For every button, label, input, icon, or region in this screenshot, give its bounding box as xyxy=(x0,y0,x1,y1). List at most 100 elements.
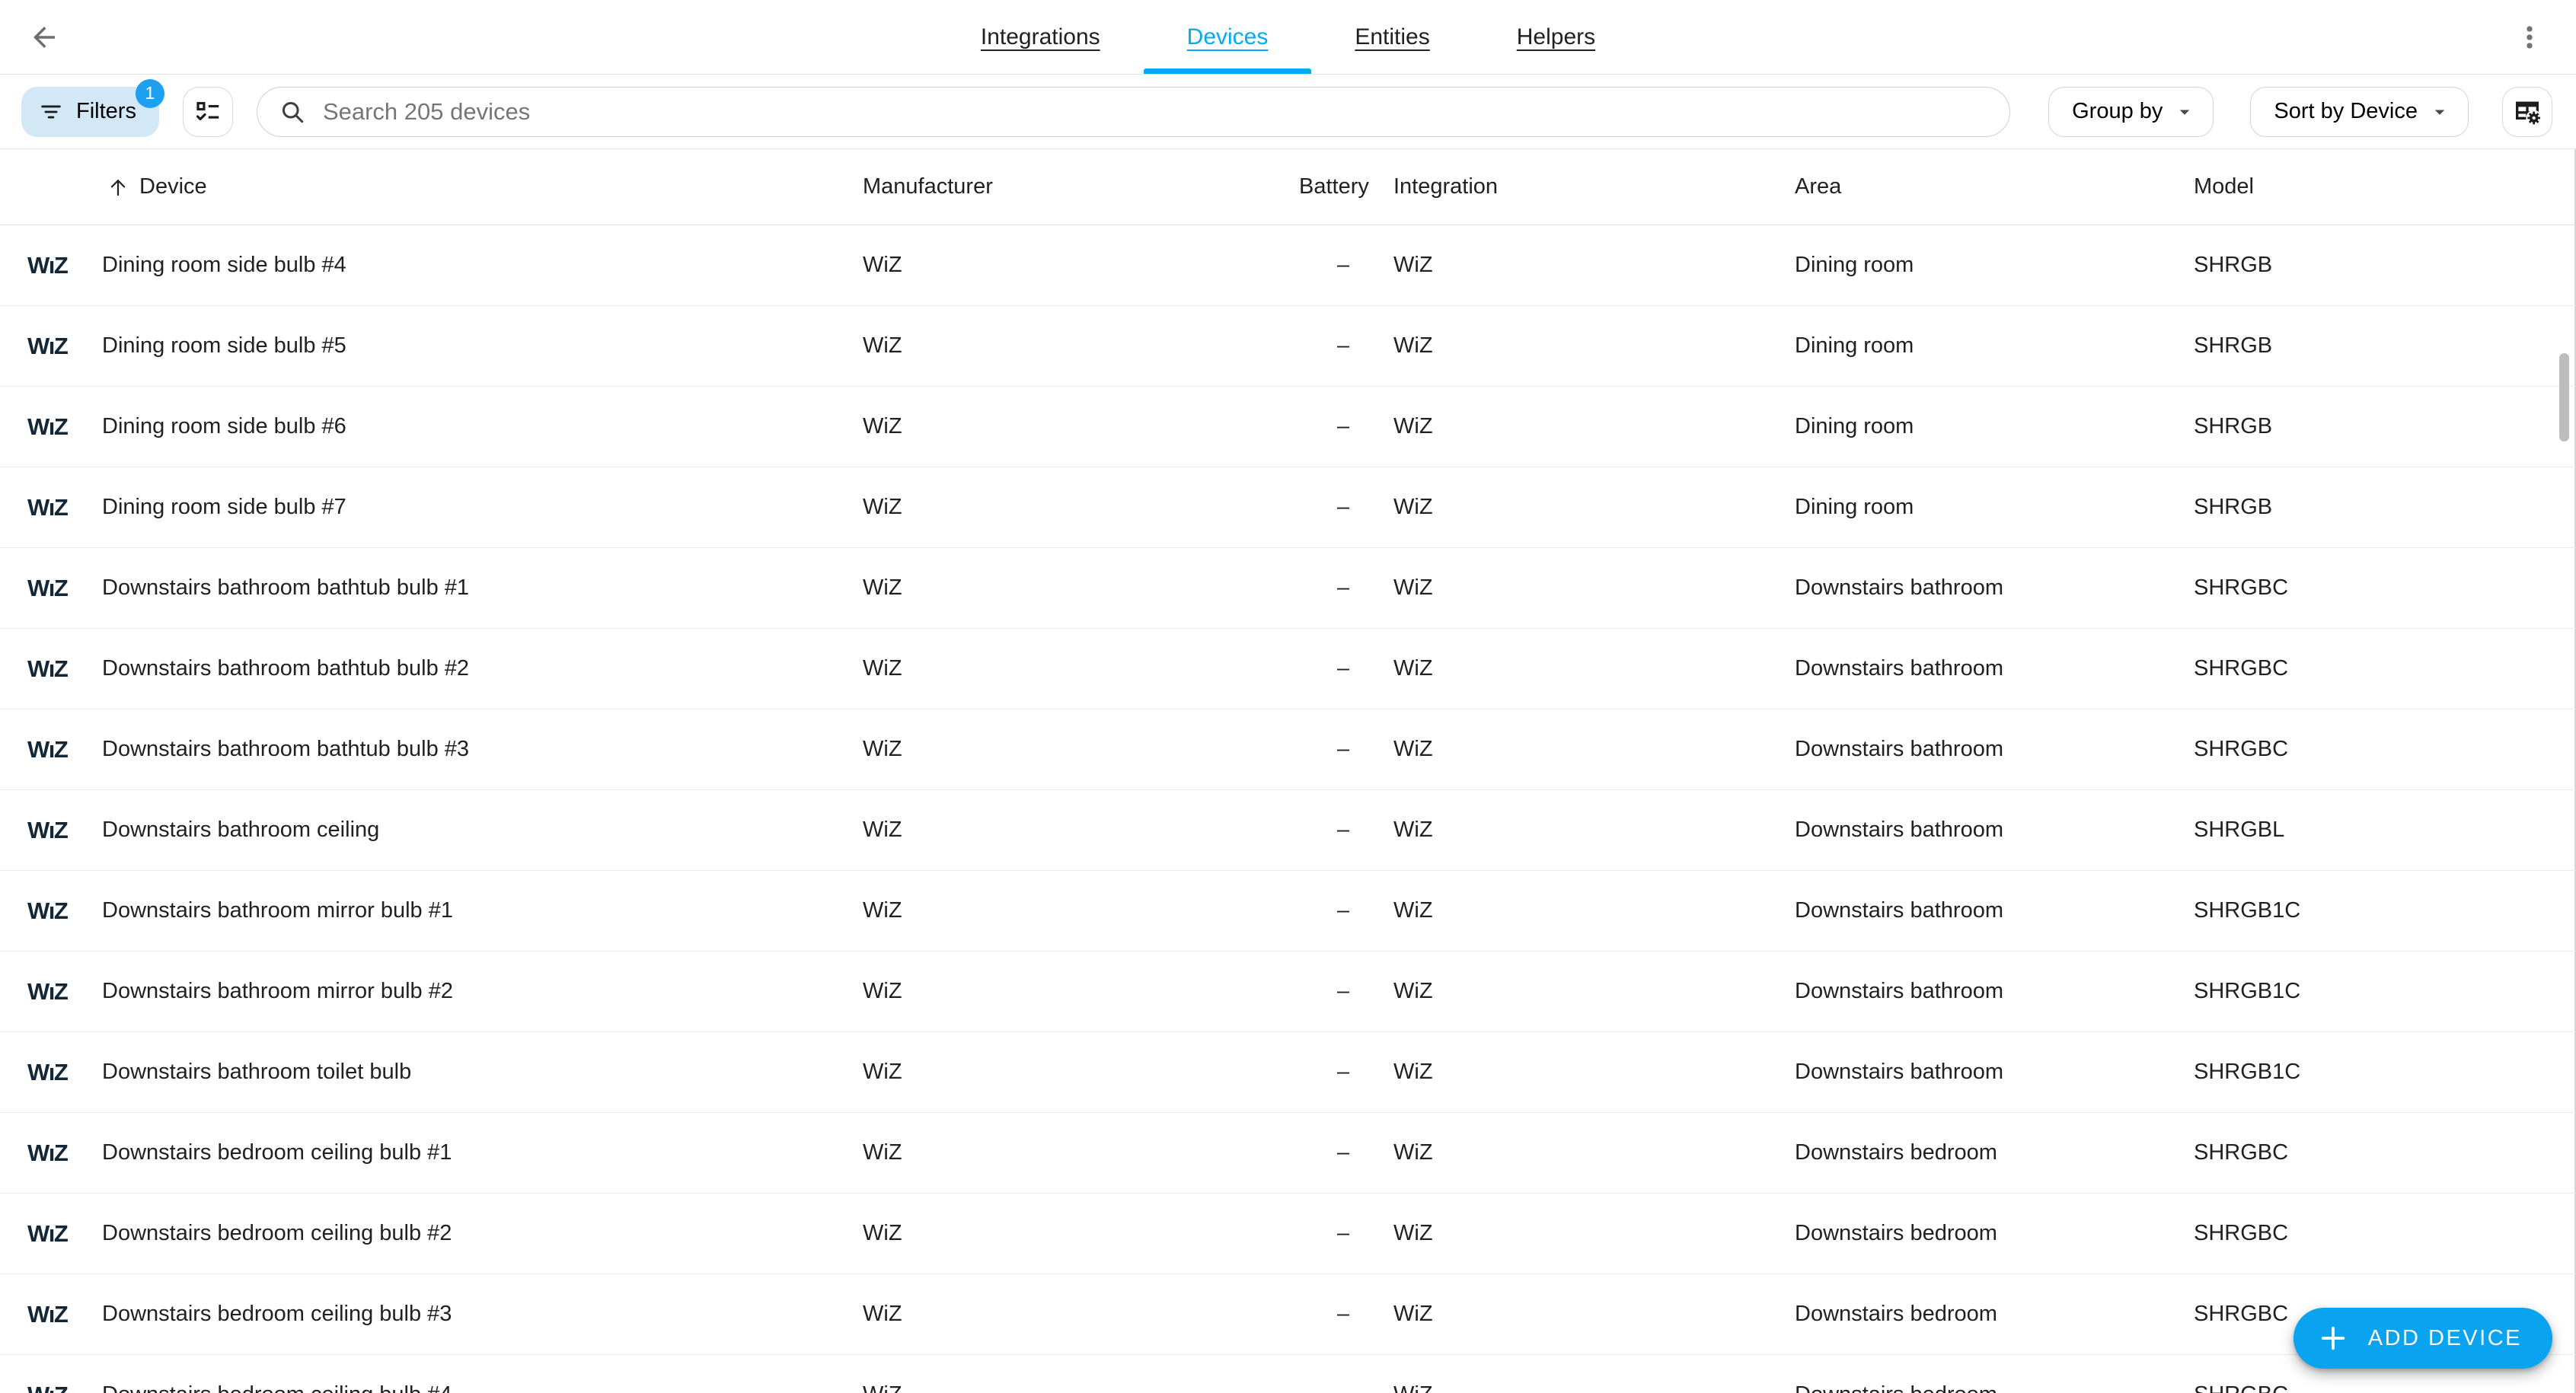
device-integration: WiZ xyxy=(1393,898,1433,923)
column-header-area[interactable]: Area xyxy=(1795,174,2194,199)
back-button[interactable] xyxy=(27,21,61,54)
device-battery: – xyxy=(1337,495,1350,519)
table-row[interactable]: Wı Z Downstairs bedroom ceiling bulb #3 W… xyxy=(0,1274,2576,1355)
wiz-logo-icon: WıZ xyxy=(27,1383,69,1393)
device-manufacturer: WiZ xyxy=(863,495,902,519)
device-area: Downstairs bathroom xyxy=(1795,1060,2003,1084)
table-row[interactable]: Wı Z Downstairs bathroom ceiling WiZ – Wi… xyxy=(0,790,2576,871)
device-manufacturer: WiZ xyxy=(863,898,902,923)
chevron-down-icon xyxy=(2428,100,2451,123)
device-name: Downstairs bathroom bathtub bulb #1 xyxy=(102,575,470,600)
device-area: Downstairs bathroom xyxy=(1795,575,2003,600)
device-area: Downstairs bedroom xyxy=(1795,1221,1997,1245)
sort-by-dropdown[interactable]: Sort by Device xyxy=(2250,86,2469,137)
wiz-logo-icon: WıZ xyxy=(27,1302,69,1326)
device-name: Downstairs bathroom mirror bulb #2 xyxy=(102,979,453,1003)
overflow-menu-button[interactable] xyxy=(2512,20,2547,55)
tab-devices[interactable]: Devices xyxy=(1143,0,1312,74)
table-settings-button[interactable] xyxy=(2502,86,2552,137)
arrow-left-icon xyxy=(28,21,60,53)
device-area: Downstairs bedroom xyxy=(1795,1140,1997,1165)
tab-integrations[interactable]: Integrations xyxy=(937,0,1144,74)
device-area: Dining room xyxy=(1795,495,1914,519)
table-row[interactable]: Wı Z Downstairs bathroom bathtub bulb #2 … xyxy=(0,629,2576,709)
device-name: Dining room side bulb #5 xyxy=(102,333,346,358)
table-row[interactable]: Wı Z Dining room side bulb #4 WiZ – WiZ D… xyxy=(0,225,2576,306)
device-integration: WiZ xyxy=(1393,1060,1433,1084)
column-header-model[interactable]: Model xyxy=(2194,174,2576,199)
table-row[interactable]: Wı Z Downstairs bedroom ceiling bulb #2 W… xyxy=(0,1194,2576,1274)
device-battery: – xyxy=(1337,818,1350,842)
tab-helpers[interactable]: Helpers xyxy=(1473,0,1639,74)
selection-mode-button[interactable] xyxy=(182,86,233,137)
table-row[interactable]: Wı Z Downstairs bathroom toilet bulb WiZ … xyxy=(0,1032,2576,1113)
plus-icon xyxy=(2318,1323,2348,1353)
device-area: Dining room xyxy=(1795,414,1914,438)
column-header-integration[interactable]: Integration xyxy=(1393,174,1795,199)
device-integration: WiZ xyxy=(1393,253,1433,277)
device-battery: – xyxy=(1337,656,1350,681)
wiz-logo-icon: WıZ xyxy=(27,576,69,600)
search-icon xyxy=(279,98,306,126)
device-integration: WiZ xyxy=(1393,575,1433,600)
table-header-row: Device Manufacturer Battery Integration … xyxy=(0,149,2576,225)
wiz-logo-icon: WıZ xyxy=(27,253,69,277)
search-input[interactable] xyxy=(322,97,1989,126)
device-integration: WiZ xyxy=(1393,1221,1433,1245)
column-header-battery[interactable]: Battery xyxy=(1299,174,1393,199)
column-header-manufacturer[interactable]: Manufacturer xyxy=(863,174,1299,199)
table-row[interactable]: Wı Z Downstairs bathroom bathtub bulb #3 … xyxy=(0,709,2576,790)
table-row[interactable]: Wı Z Dining room side bulb #7 WiZ – WiZ D… xyxy=(0,467,2576,548)
table-row[interactable]: WıZ Downstairs bedroom ceiling bulb #4 W… xyxy=(0,1355,2576,1393)
device-integration: WiZ xyxy=(1393,737,1433,761)
device-manufacturer: WiZ xyxy=(863,656,902,681)
search-field xyxy=(256,86,2011,137)
vertical-scrollbar-thumb[interactable] xyxy=(2559,353,2569,441)
device-model: SHRGB xyxy=(2194,495,2273,519)
table-row[interactable]: Wı Z Downstairs bathroom bathtub bulb #1 … xyxy=(0,548,2576,629)
device-name: Dining room side bulb #4 xyxy=(102,253,346,277)
device-battery: – xyxy=(1337,1140,1350,1165)
device-name: Dining room side bulb #6 xyxy=(102,414,346,438)
device-manufacturer: WiZ xyxy=(863,979,902,1003)
device-integration: WiZ xyxy=(1393,818,1433,842)
table-row[interactable]: Wı Z Downstairs bedroom ceiling bulb #1 W… xyxy=(0,1113,2576,1194)
table-row[interactable]: Wı Z Downstairs bathroom mirror bulb #1 W… xyxy=(0,871,2576,952)
device-model: SHRGB1C xyxy=(2194,979,2301,1003)
wiz-logo-icon: WıZ xyxy=(27,1141,69,1165)
device-integration: WiZ xyxy=(1393,656,1433,681)
sort-by-label: Sort by Device xyxy=(2274,99,2418,123)
device-model: SHRGB xyxy=(2194,253,2273,277)
add-device-button[interactable]: ADD DEVICE xyxy=(2293,1308,2552,1369)
device-model: SHRGBL xyxy=(2194,818,2285,842)
filter-icon xyxy=(38,99,64,125)
device-name: Downstairs bathroom ceiling xyxy=(102,818,380,842)
device-battery: – xyxy=(1337,737,1350,761)
device-name: Downstairs bedroom ceiling bulb #3 xyxy=(102,1302,452,1326)
device-manufacturer: WiZ xyxy=(863,1140,902,1165)
device-model: SHRGBC xyxy=(2194,1221,2289,1245)
device-battery: – xyxy=(1337,575,1350,600)
device-battery: – xyxy=(1337,979,1350,1003)
sort-ascending-icon xyxy=(107,176,129,199)
add-device-label: ADD DEVICE xyxy=(2367,1325,2522,1350)
column-header-device[interactable]: Device xyxy=(102,174,863,199)
wiz-logo-icon: WıZ xyxy=(27,818,69,842)
device-name: Downstairs bedroom ceiling bulb #1 xyxy=(102,1140,452,1165)
device-name: Downstairs bathroom toilet bulb xyxy=(102,1060,412,1084)
table-row[interactable]: Wı Z Dining room side bulb #5 WiZ – WiZ D… xyxy=(0,306,2576,387)
device-model: SHRGBC xyxy=(2194,1382,2576,1393)
device-name: Downstairs bathroom bathtub bulb #2 xyxy=(102,656,470,681)
group-by-label: Group by xyxy=(2072,99,2163,123)
wiz-logo-icon: WıZ xyxy=(27,415,69,438)
tab-entities[interactable]: Entities xyxy=(1311,0,1473,74)
device-battery: – xyxy=(1337,333,1350,358)
table-toolbar: Filters 1 Group by Sort by Device xyxy=(0,75,2576,149)
device-area: Downstairs bathroom xyxy=(1795,656,2003,681)
group-by-dropdown[interactable]: Group by xyxy=(2048,86,2214,137)
device-manufacturer: WiZ xyxy=(863,333,902,358)
table-row[interactable]: Wı Z Downstairs bathroom mirror bulb #2 W… xyxy=(0,952,2576,1032)
filters-button[interactable]: Filters 1 xyxy=(21,78,164,137)
device-manufacturer: WiZ xyxy=(863,1382,1299,1393)
table-row[interactable]: Wı Z Dining room side bulb #6 WiZ – WiZ D… xyxy=(0,387,2576,467)
